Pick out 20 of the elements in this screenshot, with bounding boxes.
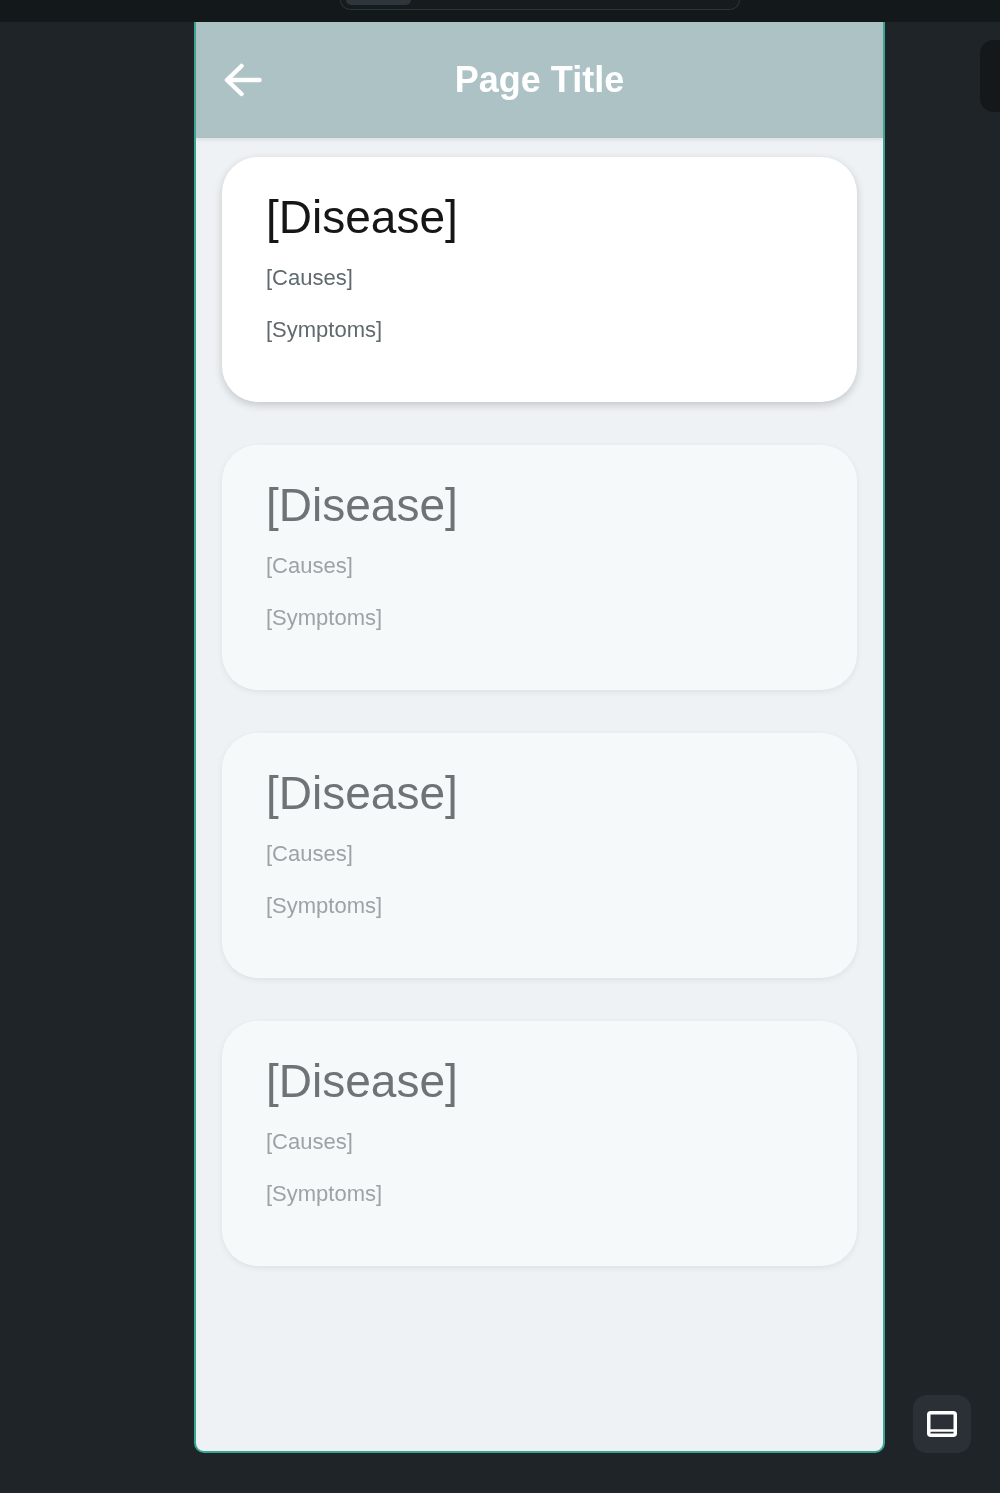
page-title: Page Title [454,59,625,101]
causes-text: [Causes] [266,840,353,868]
causes-text: [Causes] [266,264,353,292]
disease-title: [Disease] [266,1056,458,1106]
symptoms-text: [Symptoms] [266,892,383,920]
disease-title: [Disease] [266,192,458,242]
disease-card[interactable]: [Disease] [Causes] [Symptoms] [222,445,857,690]
disease-card[interactable]: [Disease] [Causes] [Symptoms] [222,733,857,978]
symptoms-text: [Symptoms] [266,1180,383,1208]
back-arrow-icon [224,63,262,97]
disease-card[interactable]: [Disease] [Causes] [Symptoms] [222,157,857,402]
causes-text: [Causes] [266,1128,353,1156]
panel-toggle-button[interactable] [913,1395,971,1453]
disease-card[interactable]: [Disease] [Causes] [Symptoms] [222,1021,857,1266]
disease-title: [Disease] [266,480,458,530]
causes-text: [Causes] [266,552,353,580]
symptoms-text: [Symptoms] [266,316,383,344]
window-icon [927,1411,957,1437]
disease-title: [Disease] [266,768,458,818]
symptoms-text: [Symptoms] [266,604,383,632]
